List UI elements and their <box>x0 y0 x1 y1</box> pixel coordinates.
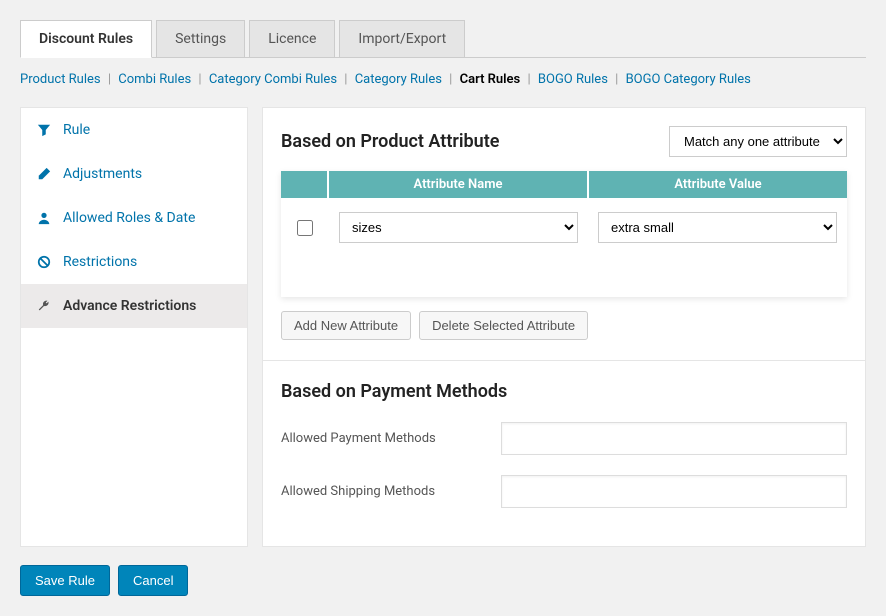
attribute-row: sizes extra small <box>281 198 847 257</box>
sidebar-item-adjustments[interactable]: Adjustments <box>21 152 247 196</box>
pencil-icon <box>37 167 51 181</box>
filter-icon <box>37 123 51 137</box>
sidebar-item-rule[interactable]: Rule <box>21 108 247 152</box>
column-attribute-value: Attribute Value <box>589 171 847 198</box>
user-icon <box>37 211 51 225</box>
tab-settings[interactable]: Settings <box>156 20 245 57</box>
column-checkbox <box>281 171 329 198</box>
tab-discount-rules[interactable]: Discount Rules <box>20 20 152 58</box>
payment-section-title: Based on Payment Methods <box>281 381 847 402</box>
tab-licence[interactable]: Licence <box>249 20 335 57</box>
allowed-payment-label: Allowed Payment Methods <box>281 431 501 446</box>
allowed-shipping-label: Allowed Shipping Methods <box>281 484 501 499</box>
wrench-icon <box>37 299 51 313</box>
attribute-section-title: Based on Product Attribute <box>281 131 499 152</box>
settings-sidebar: Rule Adjustments Allowed Roles & Date Re… <box>20 107 248 547</box>
sidebar-item-advance-restrictions[interactable]: Advance Restrictions <box>21 284 247 328</box>
sidebar-item-label: Restrictions <box>63 254 137 270</box>
attribute-table: Attribute Name Attribute Value sizes ext… <box>281 171 847 297</box>
sidebar-item-label: Adjustments <box>63 166 142 182</box>
attribute-name-select[interactable]: sizes <box>339 212 578 243</box>
allowed-payment-input[interactable] <box>501 422 847 455</box>
match-attribute-select[interactable]: Match any one attribute <box>669 126 847 157</box>
column-attribute-name: Attribute Name <box>329 171 589 198</box>
cancel-button[interactable]: Cancel <box>118 565 188 596</box>
sidebar-item-allowed-roles[interactable]: Allowed Roles & Date <box>21 196 247 240</box>
add-attribute-button[interactable]: Add New Attribute <box>281 311 411 340</box>
subnav-category-combi-rules[interactable]: Category Combi Rules <box>209 72 337 87</box>
subnav-category-rules[interactable]: Category Rules <box>355 72 442 87</box>
attribute-value-select[interactable]: extra small <box>598 212 837 243</box>
row-checkbox[interactable] <box>297 220 313 236</box>
sidebar-item-restrictions[interactable]: Restrictions <box>21 240 247 284</box>
sidebar-item-label: Allowed Roles & Date <box>63 210 195 226</box>
subnav-combi-rules[interactable]: Combi Rules <box>118 72 191 87</box>
footer-actions: Save Rule Cancel <box>20 565 866 596</box>
section-divider <box>263 360 865 361</box>
save-rule-button[interactable]: Save Rule <box>20 565 110 596</box>
tab-import-export[interactable]: Import/Export <box>339 20 465 57</box>
rule-type-subnav: Product Rules | Combi Rules | Category C… <box>20 72 866 87</box>
sidebar-item-label: Rule <box>63 122 90 138</box>
delete-attribute-button[interactable]: Delete Selected Attribute <box>419 311 588 340</box>
ban-icon <box>37 255 51 269</box>
main-tabs: Discount Rules Settings Licence Import/E… <box>20 20 866 58</box>
subnav-product-rules[interactable]: Product Rules <box>20 72 101 87</box>
allowed-shipping-input[interactable] <box>501 475 847 508</box>
subnav-bogo-category-rules[interactable]: BOGO Category Rules <box>626 72 751 87</box>
subnav-cart-rules[interactable]: Cart Rules <box>460 72 521 87</box>
sidebar-item-label: Advance Restrictions <box>63 298 196 314</box>
subnav-bogo-rules[interactable]: BOGO Rules <box>538 72 608 87</box>
content-panel: Based on Product Attribute Match any one… <box>262 107 866 547</box>
